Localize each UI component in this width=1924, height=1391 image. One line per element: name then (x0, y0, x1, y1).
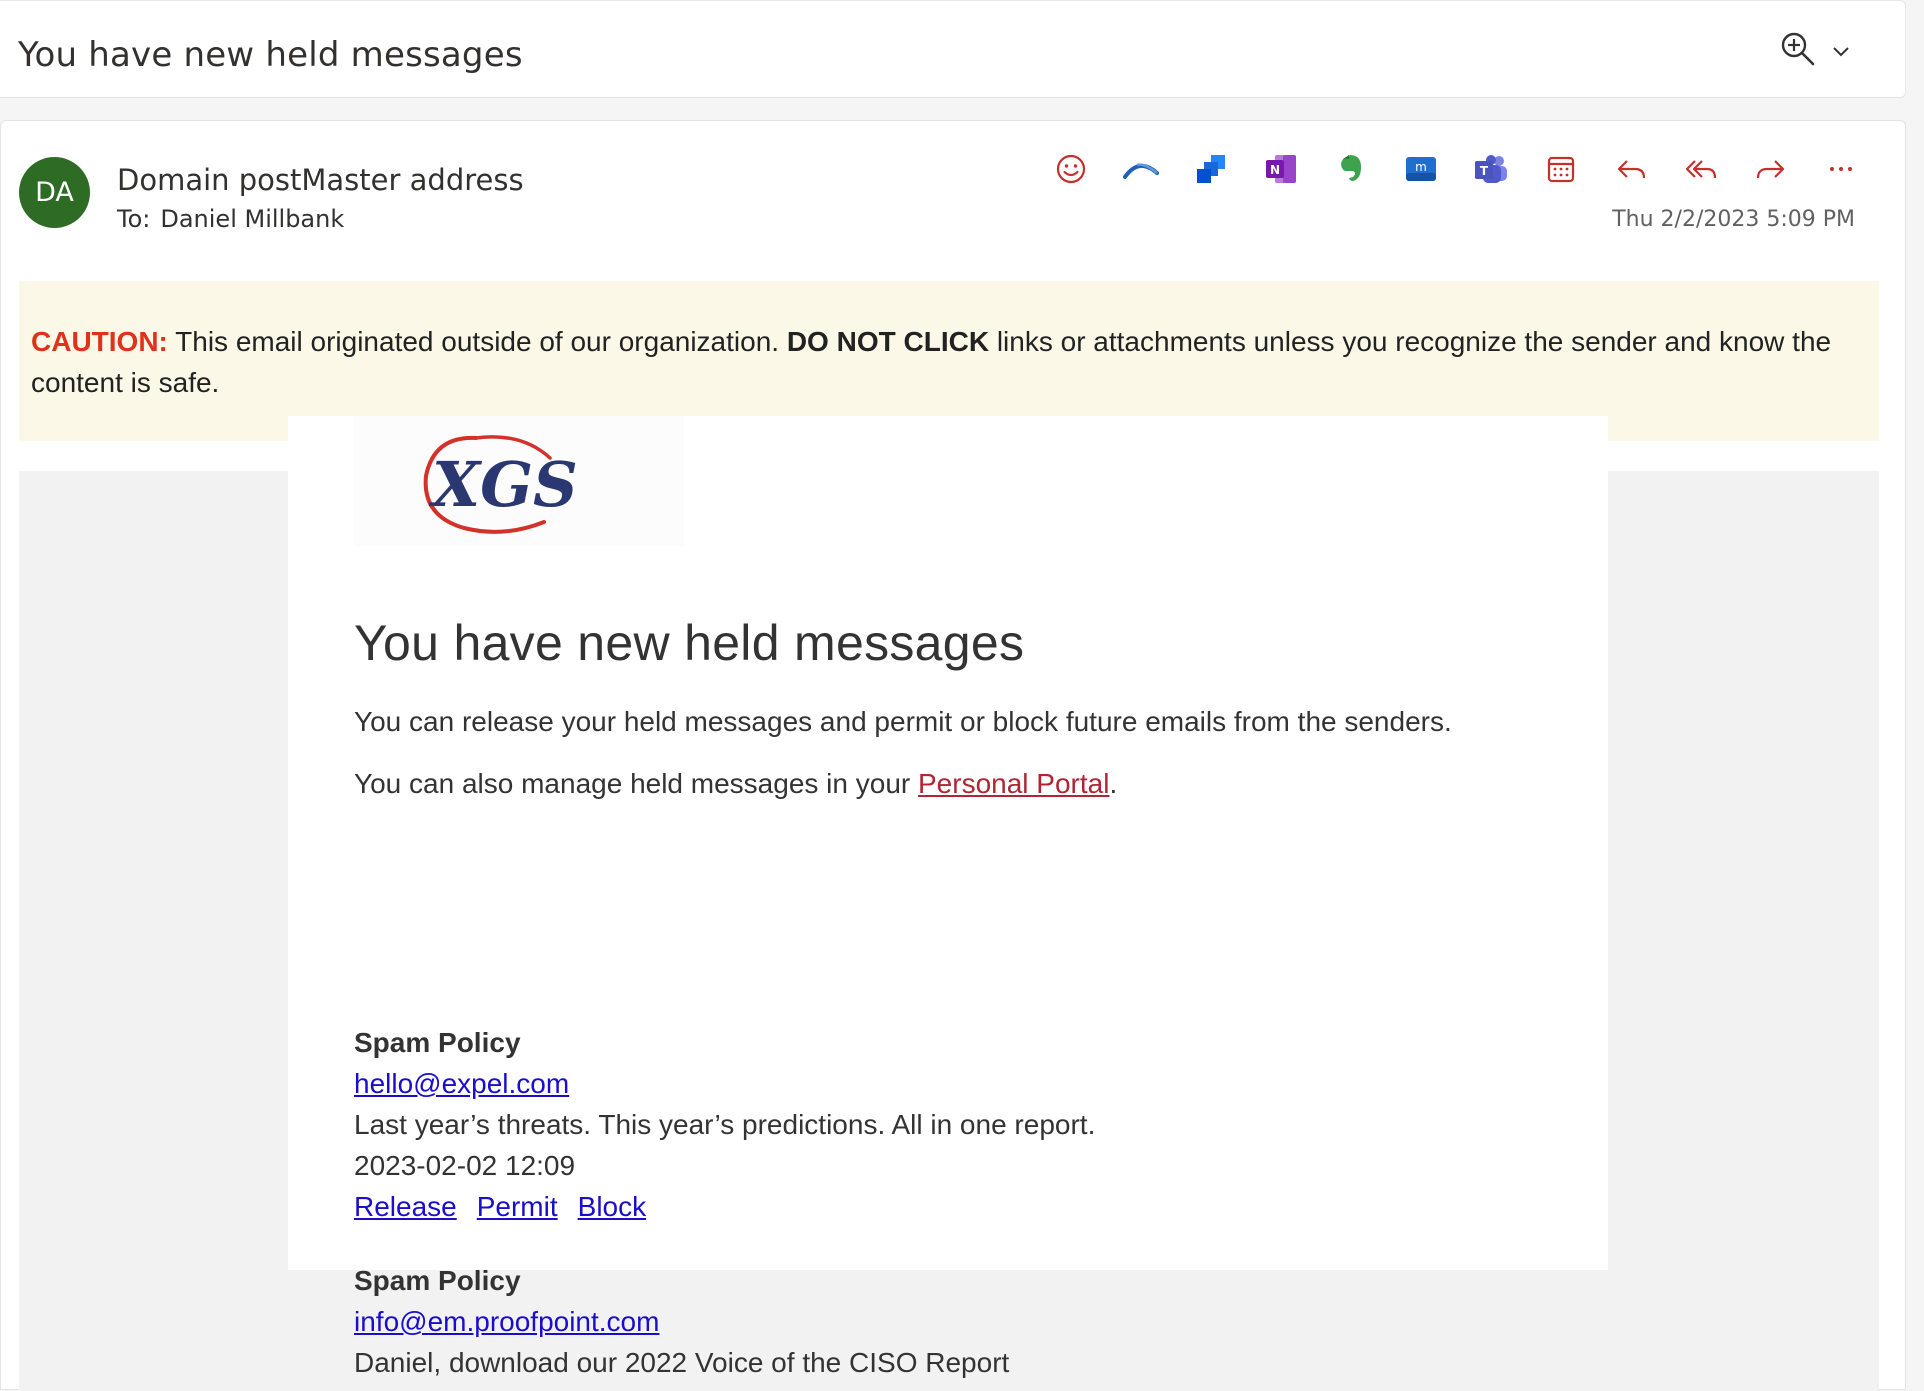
policy-label: Spam Policy (354, 1027, 521, 1058)
teams-icon[interactable]: T (1469, 147, 1513, 191)
subject-bar: You have new held messages (0, 0, 1906, 98)
personal-portal-link[interactable]: Personal Portal (918, 768, 1109, 799)
svg-text:m: m (1415, 160, 1427, 174)
emoji-icon[interactable] (1049, 147, 1093, 191)
release-link[interactable]: Release (354, 1191, 457, 1222)
held-message-item: Spam Policy info@em.proofpoint.com Danie… (354, 1260, 1009, 1383)
portal-info-text: You can also manage held messages in you… (354, 768, 1117, 800)
block-link[interactable]: Block (578, 1191, 646, 1222)
caution-text-1: This email originated outside of our org… (167, 326, 787, 357)
svg-text:T: T (1480, 164, 1489, 178)
held-message-item: Spam Policy hello@expel.com Last year’s … (354, 1022, 1095, 1227)
held-subject: Daniel, download our 2022 Voice of the C… (354, 1347, 1010, 1378)
recipient-line: To: Daniel Millbank (117, 205, 344, 233)
sender-email-link[interactable]: hello@expel.com (354, 1068, 569, 1099)
caution-label: CAUTION: (31, 326, 168, 357)
avatar[interactable]: DA (19, 157, 90, 228)
svg-text:N: N (1270, 163, 1280, 177)
to-label: To: (117, 205, 151, 233)
zoom-icon[interactable] (1778, 29, 1818, 69)
content-heading: You have new held messages (354, 615, 1025, 671)
policy-label: Spam Policy (354, 1265, 521, 1296)
recipient-name[interactable]: Daniel Millbank (160, 205, 344, 233)
chevron-down-icon[interactable] (1832, 45, 1850, 59)
onenote-icon[interactable]: N (1259, 147, 1303, 191)
timestamp: Thu 2/2/2023 5:09 PM (1612, 207, 1855, 232)
reply-icon[interactable] (1609, 147, 1653, 191)
arc-icon[interactable] (1119, 147, 1163, 191)
release-info-text: You can release your held messages and p… (354, 706, 1452, 737)
more-icon[interactable] (1819, 147, 1863, 191)
portal-suffix: . (1109, 768, 1118, 799)
subject-title: You have new held messages (18, 35, 523, 75)
email-content: XGS You have new held messages You can r… (288, 416, 1608, 1378)
forward-icon[interactable] (1749, 147, 1793, 191)
sender-name[interactable]: Domain postMaster address (117, 163, 524, 197)
reply-all-icon[interactable] (1679, 147, 1723, 191)
evernote-icon[interactable] (1329, 147, 1373, 191)
xgs-logo: XGS (354, 416, 684, 546)
portal-prefix: You can also manage held messages in you… (354, 768, 918, 799)
held-date: 2023-02-02 12:09 (354, 1150, 576, 1181)
message-toolbar: N m T (1049, 147, 1863, 191)
mimecast-icon[interactable]: m (1399, 147, 1443, 191)
calendar-icon[interactable] (1539, 147, 1583, 191)
caution-bold: DO NOT CLICK (786, 326, 990, 357)
held-actions: Release Permit Block (354, 1186, 1095, 1227)
sender-email-link[interactable]: info@em.proofpoint.com (354, 1306, 659, 1337)
held-subject: Last year’s threats. This year’s predict… (354, 1109, 1096, 1140)
jira-icon[interactable] (1189, 147, 1233, 191)
logo-text: XGS (428, 448, 578, 521)
permit-link[interactable]: Permit (477, 1191, 558, 1222)
